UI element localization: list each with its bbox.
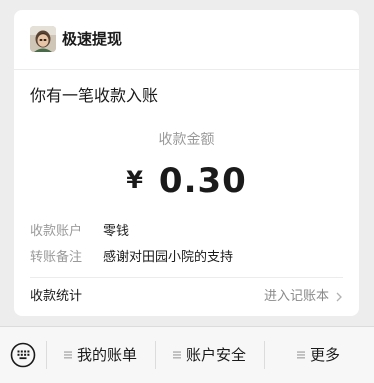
amount-display: ¥0.30 xyxy=(14,158,359,209)
payment-notice-card: 极速提现 你有一笔收款入账 收款金额 ¥0.30 收款账户 零钱 转账备注 感谢… xyxy=(14,10,359,316)
remark-value: 感谢对田园小院的支持 xyxy=(103,250,234,265)
keyboard-button[interactable] xyxy=(10,342,36,368)
card-header: 极速提现 xyxy=(14,10,359,70)
account-value: 零钱 xyxy=(103,224,130,239)
stats-row[interactable]: 收款统计 进入记账本 xyxy=(14,278,359,316)
stats-link[interactable]: 进入记账本 xyxy=(264,287,329,307)
menu-lines-icon xyxy=(64,351,72,359)
amount-value: 0.30 xyxy=(158,161,247,201)
amount-label: 收款金额 xyxy=(158,132,215,148)
currency-symbol: ¥ xyxy=(126,166,143,194)
menu-label-more: 更多 xyxy=(310,346,341,364)
account-label: 收款账户 xyxy=(30,224,83,239)
avatar[interactable] xyxy=(30,26,56,52)
keyboard-icon xyxy=(10,342,36,368)
menu-label-my-bill: 我的账单 xyxy=(77,346,138,364)
menu-lines-icon xyxy=(173,351,181,359)
chevron-right-icon xyxy=(336,292,342,302)
payment-notification-page: 极速提现 你有一笔收款入账 收款金额 ¥0.30 收款账户 零钱 转账备注 感谢… xyxy=(0,0,374,383)
menu-lines-icon xyxy=(297,351,305,359)
menu-item-account-security[interactable]: 账户安全 xyxy=(156,327,264,383)
avatar-image xyxy=(30,26,56,52)
menu-item-my-bill[interactable]: 我的账单 xyxy=(47,327,155,383)
menu-item-more[interactable]: 更多 xyxy=(265,327,374,383)
app-name: 极速提现 xyxy=(62,30,123,48)
bottom-menu-bar: 我的账单 账户安全 更多 xyxy=(0,326,374,383)
menu-label-account-security: 账户安全 xyxy=(186,346,247,364)
notice-title: 你有一笔收款入账 xyxy=(30,86,159,105)
stats-label: 收款统计 xyxy=(30,289,83,304)
remark-label: 转账备注 xyxy=(30,250,83,265)
